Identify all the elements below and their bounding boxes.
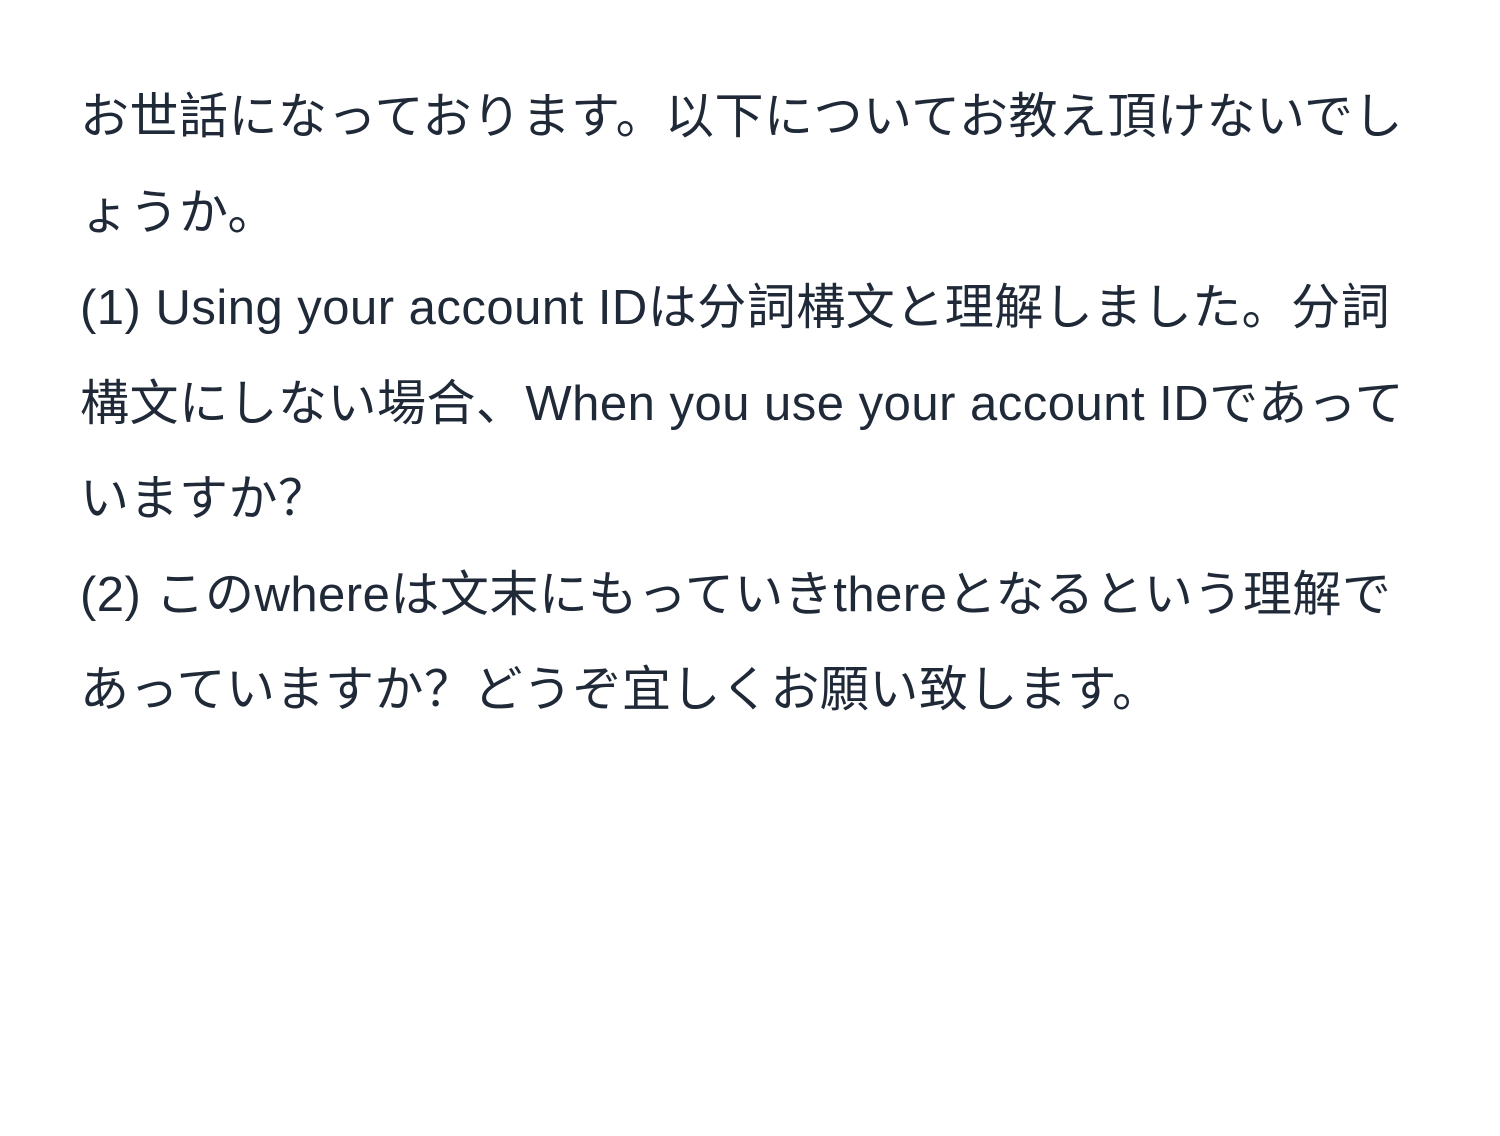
greeting-text: お世話になっております。以下についてお教え頂けないでしょうか。	[80, 70, 1420, 261]
question-2: (2) このwhereは文末にもっていきthereとなるという理解であっています…	[80, 548, 1420, 739]
question-1: (1) Using your account IDは分詞構文と理解しました。分詞…	[80, 261, 1420, 548]
document-body: お世話になっております。以下についてお教え頂けないでしょうか。 (1) Usin…	[80, 70, 1420, 739]
